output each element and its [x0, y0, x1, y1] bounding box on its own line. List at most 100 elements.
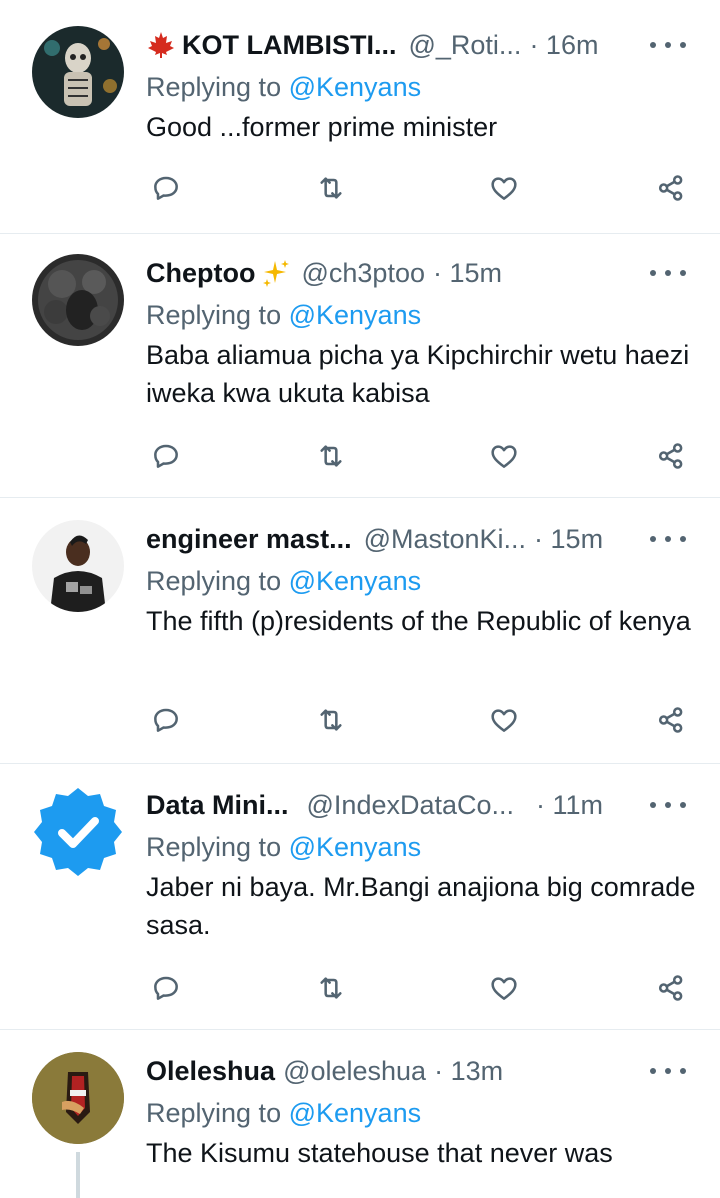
avatar-image — [32, 1052, 124, 1144]
avatar[interactable] — [32, 26, 124, 118]
tweet-actions — [146, 168, 686, 208]
tweet-header: KOT LAMBISTI... @_Roti... · 16m — [146, 24, 700, 66]
more-icon[interactable] — [650, 790, 686, 820]
tweet-text: Jaber ni baya. Mr.Bangi anajiona big com… — [146, 872, 696, 940]
share-button[interactable] — [651, 436, 691, 476]
avatar-image — [32, 520, 124, 612]
timestamp[interactable]: · 15m — [433, 258, 502, 289]
handle[interactable]: @MastonKi... — [364, 524, 526, 555]
display-name[interactable]: Data Mini... — [146, 790, 289, 821]
reply-icon — [150, 172, 182, 204]
timestamp[interactable]: · 15m — [534, 524, 603, 555]
tweet[interactable]: Oleleshua @oleleshua · 13m Replying to @… — [0, 1030, 720, 1198]
avatar[interactable] — [32, 254, 124, 346]
tweet-header: Cheptoo @ch3ptoo · 15m — [146, 252, 700, 294]
tweet-text: Good ...former prime minister — [146, 112, 498, 142]
tweet[interactable]: KOT LAMBISTI... @_Roti... · 16m Replying… — [0, 0, 720, 234]
replying-to-label: Replying to — [146, 300, 282, 330]
heart-button[interactable] — [484, 436, 524, 476]
avatar[interactable] — [32, 1052, 124, 1144]
reply-handle-link[interactable]: @Kenyans — [289, 832, 421, 862]
reply-handle-link[interactable]: @Kenyans — [289, 566, 421, 596]
retweet-button[interactable] — [311, 436, 351, 476]
thread-line — [76, 1152, 80, 1198]
heart-icon — [488, 172, 520, 204]
display-name[interactable]: KOT LAMBISTI... — [182, 30, 396, 61]
replying-to-label: Replying to — [146, 566, 282, 596]
retweet-icon — [315, 972, 347, 1004]
tweet-actions — [146, 436, 686, 476]
heart-icon — [488, 440, 520, 472]
replying-to: Replying to @Kenyans — [146, 560, 700, 602]
tweet-content: engineer mast... @MastonKi... · 15m Repl… — [146, 518, 700, 640]
handle[interactable]: @oleleshua — [283, 1056, 426, 1087]
reply-icon — [150, 704, 182, 736]
tweet[interactable]: engineer mast... @MastonKi... · 15m Repl… — [0, 498, 720, 764]
tweet-text: The Kisumu statehouse that never was — [146, 1138, 613, 1168]
reply-handle-link[interactable]: @Kenyans — [289, 72, 421, 102]
timestamp[interactable]: · 11m — [536, 790, 603, 821]
sparkles-icon — [261, 258, 291, 288]
reply-icon — [150, 440, 182, 472]
retweet-button[interactable] — [311, 700, 351, 740]
tweet-text: Baba aliamua picha ya Kipchirchir wetu h… — [146, 340, 690, 408]
replying-to-label: Replying to — [146, 832, 282, 862]
more-icon[interactable] — [650, 1056, 686, 1086]
heart-button[interactable] — [484, 700, 524, 740]
avatar-image — [32, 254, 124, 346]
heart-icon — [488, 972, 520, 1004]
reply-handle-link[interactable]: @Kenyans — [289, 300, 421, 330]
share-button[interactable] — [651, 968, 691, 1008]
tweet-content: Data Mini... @IndexDataCo... · 11m Reply… — [146, 784, 700, 944]
heart-button[interactable] — [484, 968, 524, 1008]
more-icon[interactable] — [650, 30, 686, 60]
reply-button[interactable] — [146, 436, 186, 476]
replying-to: Replying to @Kenyans — [146, 1092, 700, 1134]
tweet-actions — [146, 700, 686, 740]
more-icon[interactable] — [650, 524, 686, 554]
share-icon — [655, 972, 687, 1004]
tweet[interactable]: Cheptoo @ch3ptoo · 15m Replying to @Keny… — [0, 234, 720, 498]
avatar-image — [32, 26, 124, 118]
heart-button[interactable] — [484, 168, 524, 208]
reply-button[interactable] — [146, 968, 186, 1008]
retweet-icon — [315, 704, 347, 736]
retweet-button[interactable] — [311, 168, 351, 208]
reply-button[interactable] — [146, 168, 186, 208]
tweet-content: Oleleshua @oleleshua · 13m Replying to @… — [146, 1050, 700, 1172]
retweet-button[interactable] — [311, 968, 351, 1008]
replying-to: Replying to @Kenyans — [146, 66, 700, 108]
display-name[interactable]: Oleleshua — [146, 1056, 275, 1087]
share-button[interactable] — [651, 168, 691, 208]
share-button[interactable] — [651, 700, 691, 740]
avatar[interactable] — [32, 786, 124, 878]
tweet-header: Oleleshua @oleleshua · 13m — [146, 1050, 700, 1092]
reply-handle-link[interactable]: @Kenyans — [289, 1098, 421, 1128]
reply-icon — [150, 972, 182, 1004]
tweet[interactable]: Data Mini... @IndexDataCo... · 11m Reply… — [0, 764, 720, 1030]
tweet-actions — [146, 968, 686, 1008]
timestamp[interactable]: · 16m — [529, 30, 598, 61]
avatar[interactable] — [32, 520, 124, 612]
more-icon[interactable] — [650, 258, 686, 288]
verified-badge-icon — [34, 788, 122, 876]
timestamp[interactable]: · 13m — [434, 1056, 503, 1087]
tweet-content: Cheptoo @ch3ptoo · 15m Replying to @Keny… — [146, 252, 700, 412]
replying-to: Replying to @Kenyans — [146, 826, 700, 868]
retweet-icon — [315, 172, 347, 204]
heart-icon — [488, 704, 520, 736]
handle[interactable]: @_Roti... — [408, 30, 521, 61]
handle[interactable]: @IndexDataCo... — [307, 790, 515, 821]
replying-to: Replying to @Kenyans — [146, 294, 700, 336]
reply-button[interactable] — [146, 700, 186, 740]
tweet-header: engineer mast... @MastonKi... · 15m — [146, 518, 700, 560]
display-name[interactable]: Cheptoo — [146, 258, 255, 289]
share-icon — [655, 704, 687, 736]
tweet-text: The fifth (p)residents of the Republic o… — [146, 606, 691, 636]
share-icon — [655, 172, 687, 204]
replying-to-label: Replying to — [146, 72, 282, 102]
replying-to-label: Replying to — [146, 1098, 282, 1128]
display-name[interactable]: engineer mast... — [146, 524, 352, 555]
retweet-icon — [315, 440, 347, 472]
handle[interactable]: @ch3ptoo — [301, 258, 425, 289]
